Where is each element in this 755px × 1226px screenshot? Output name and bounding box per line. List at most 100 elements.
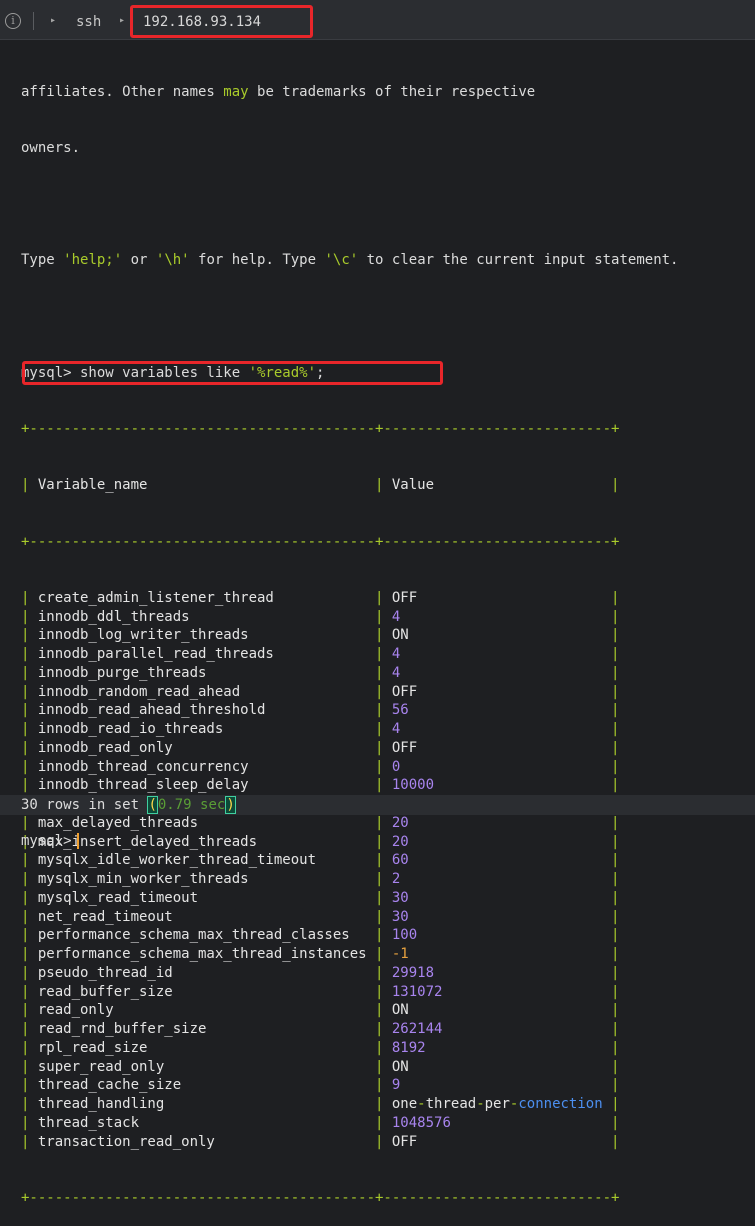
table-border: +---------------------------------------… (21, 421, 620, 437)
variable-value: 30 (391, 889, 612, 906)
variable-name: read_rnd_buffer_size (37, 1021, 376, 1037)
table-pipe: | (21, 721, 38, 737)
table-pipe: | (375, 646, 392, 662)
table-row: | max_delayed_threads | 20 | (21, 814, 678, 833)
table-pipe: | (375, 814, 392, 831)
toolbar-divider (33, 12, 34, 30)
table-pipe: | (611, 683, 620, 700)
variable-name: mysqlx_min_worker_threads (37, 871, 376, 887)
variable-name: create_admin_listener_thread (37, 589, 376, 606)
table-pipe: | (611, 1114, 620, 1131)
table-row: | mysqlx_min_worker_threads | 2 | (21, 870, 678, 889)
table-pipe: | (611, 852, 620, 869)
table-pipe: | (375, 683, 392, 700)
variable-name: mysqlx_read_timeout (37, 889, 376, 906)
text-span: affiliates. Other names (21, 83, 224, 100)
table-row: | innodb_read_ahead_threshold | 56 | (21, 701, 678, 720)
terminal-output[interactable]: affiliates. Other names may be trademark… (21, 45, 678, 1226)
variable-value: ON (391, 1002, 612, 1019)
table-pipe: | (21, 627, 38, 644)
value-token: per (484, 1096, 510, 1112)
table-row: | innodb_ddl_threads | 4 | (21, 608, 678, 627)
table-pipe: | (375, 1114, 392, 1131)
table-pipe: | (611, 1077, 620, 1094)
table-row: | performance_schema_max_thread_instance… (21, 945, 678, 964)
innodb-read-only-highlight-box (22, 361, 443, 385)
table-pipe: | (21, 758, 38, 775)
table-row: | mysqlx_idle_worker_thread_timeout | 60… (21, 851, 678, 870)
variable-value: OFF (391, 739, 612, 756)
table-pipe: | (21, 927, 38, 944)
variable-value: 10000 (391, 777, 612, 794)
variable-value: OFF (391, 1133, 612, 1150)
variable-name: max_delayed_threads (37, 814, 376, 831)
variable-name: innodb_read_only (37, 739, 376, 756)
table-pipe: | (21, 664, 38, 681)
table-pipe: | (611, 777, 620, 794)
table-pipe: | (21, 814, 38, 831)
table-pipe: | (611, 1021, 620, 1037)
table-pipe: | (375, 871, 392, 887)
table-row: | super_read_only | ON | (21, 1058, 678, 1077)
table-pipe: | (611, 477, 620, 494)
table-pipe: | (611, 1039, 620, 1056)
table-pipe: | (21, 946, 38, 962)
text-span: Type (21, 252, 64, 269)
table-pipe: | (611, 608, 620, 625)
table-pipe: | (611, 702, 620, 719)
breadcrumb-arrow-icon: ▸ (50, 15, 57, 26)
table-pipe: | (21, 1133, 38, 1150)
table-pipe: | (375, 1096, 392, 1112)
variable-name: innodb_read_ahead_threshold (37, 702, 376, 719)
variable-value: 262144 (391, 1021, 612, 1037)
table-pipe: | (21, 1058, 38, 1075)
variable-name: performance_schema_max_thread_classes (37, 927, 376, 944)
table-pipe: | (21, 646, 38, 662)
variable-name: innodb_random_read_ahead (37, 683, 376, 700)
table-pipe: | (611, 927, 620, 944)
variable-name: pseudo_thread_id (37, 964, 376, 981)
text-span: or (122, 252, 156, 269)
status-paren-close: ) (225, 796, 236, 814)
table-pipe: | (21, 739, 38, 756)
intro-line: affiliates. Other names may be trademark… (21, 83, 678, 102)
variable-value: 4 (391, 608, 612, 625)
table-pipe: | (21, 608, 38, 625)
table-header: | Variable_name | Value | (21, 476, 678, 495)
value-token: connection (518, 1096, 603, 1112)
table-pipe: | (611, 983, 620, 1000)
table-row: | thread_cache_size | 9 | (21, 1076, 678, 1095)
info-icon[interactable]: i (5, 13, 21, 29)
table-pipe: | (611, 589, 620, 606)
variable-value: ON (391, 1058, 612, 1075)
variable-name: thread_handling (37, 1096, 376, 1112)
mysql-prompt[interactable]: mysql> (21, 832, 72, 850)
table-row: | innodb_random_read_ahead | OFF | (21, 683, 678, 702)
table-pipe: | (375, 1039, 392, 1056)
table-pipe: | (375, 833, 392, 850)
table-pipe: | (375, 664, 392, 681)
value-token: - (476, 1096, 485, 1112)
table-row: | max_insert_delayed_threads | 20 | (21, 833, 678, 852)
table-row: | performance_schema_max_thread_classes … (21, 926, 678, 945)
table-pipe: | (375, 1077, 392, 1094)
value-token: - (509, 1096, 519, 1112)
variable-name: innodb_read_io_threads (37, 721, 376, 737)
variable-value: 9 (391, 1077, 612, 1094)
table-pipe: | (375, 889, 392, 906)
table-row: | innodb_read_io_threads | 4 | (21, 720, 678, 739)
table-pipe: | (21, 908, 38, 925)
highlighted-token: '\c' (324, 252, 359, 269)
text-span (603, 1096, 611, 1112)
table-pipe: | (21, 477, 38, 494)
table-pipe: | (375, 964, 392, 981)
intro-line: owners. (21, 139, 81, 156)
breadcrumb-ssh[interactable]: ssh (76, 13, 101, 31)
table-row: | create_admin_listener_thread | OFF | (21, 589, 678, 608)
table-pipe: | (21, 702, 38, 719)
table-row: | innodb_log_writer_threads | ON | (21, 626, 678, 645)
variable-value: 8192 (391, 1039, 612, 1056)
variable-name: innodb_parallel_read_threads (37, 646, 376, 662)
